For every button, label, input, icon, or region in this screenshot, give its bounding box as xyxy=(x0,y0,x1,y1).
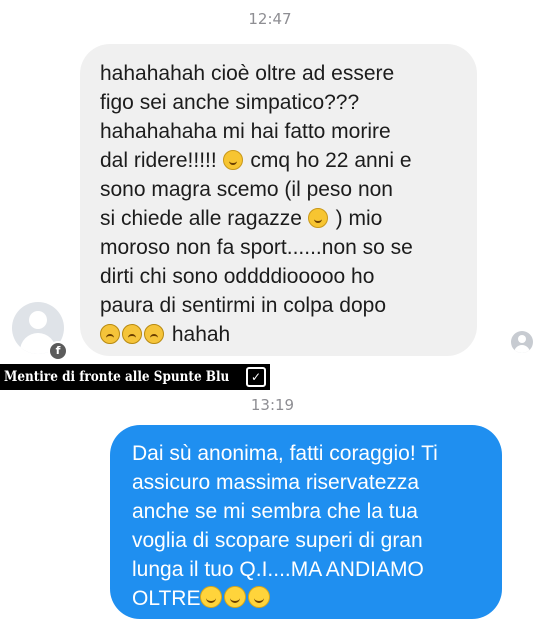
facebook-badge-icon: f xyxy=(48,341,68,361)
anxious-face-icon xyxy=(122,324,142,344)
message-text: hahah xyxy=(171,323,231,346)
check-box-icon: ✓ xyxy=(246,367,266,387)
seen-indicator-avatar xyxy=(511,331,533,353)
anxious-face-icon xyxy=(100,324,120,344)
message-text: dirti chi sono oddddiooooo ho xyxy=(100,265,375,288)
avatar-head xyxy=(29,311,47,329)
grinning-face-icon xyxy=(200,586,223,608)
outgoing-message-bubble[interactable]: Dai sù anonima, fatti coraggio! Ti assic… xyxy=(110,425,502,619)
message-text: sono magra scemo (il peso non xyxy=(100,178,393,201)
message-text: anche se mi sembra che la tua xyxy=(132,500,418,523)
message-text: moroso non fa sport......non so se xyxy=(100,236,413,259)
message-text: hahahahah cioè oltre ad essere xyxy=(100,62,395,85)
message-text: Dai sù anonima, fatti coraggio! Ti xyxy=(132,442,438,465)
face-with-tears-of-joy-icon xyxy=(222,150,243,170)
message-text: figo sei anche simpatico??? xyxy=(100,91,360,114)
message-text: dal ridere!!!!! xyxy=(100,149,217,172)
grinning-face-icon xyxy=(248,586,271,608)
message-text: paura di sentirmi in colpa dopo xyxy=(100,294,387,317)
watermark-banner: Mentire di fronte alle Spunte Blu ✓ xyxy=(0,364,270,390)
timestamp: 12:47 xyxy=(248,10,292,28)
message-text: lunga il tuo Q.I....MA ANDIAMO xyxy=(132,558,424,581)
watermark-text: Mentire di fronte alle Spunte Blu xyxy=(4,369,230,385)
message-text: ) mio xyxy=(335,207,383,230)
message-text: assicuro massima riservatezza xyxy=(132,471,420,494)
message-text: OLTRE xyxy=(132,587,201,610)
message-text: hahahahaha mi hai fatto morire xyxy=(100,120,391,143)
message-text: cmq ho 22 anni e xyxy=(250,149,412,172)
timestamp: 13:19 xyxy=(250,396,295,414)
seen-avatar-shoulders xyxy=(514,345,530,353)
anxious-face-icon xyxy=(144,324,164,344)
grinning-face-icon xyxy=(224,586,247,608)
seen-avatar-head xyxy=(518,335,526,343)
face-with-tongue-icon xyxy=(307,208,328,228)
message-text: voglia di scopare superi di gran xyxy=(132,529,423,552)
incoming-message-bubble[interactable]: hahahahah cioè oltre ad essere figo sei … xyxy=(80,44,477,356)
message-text: si chiede alle ragazze xyxy=(100,207,302,230)
